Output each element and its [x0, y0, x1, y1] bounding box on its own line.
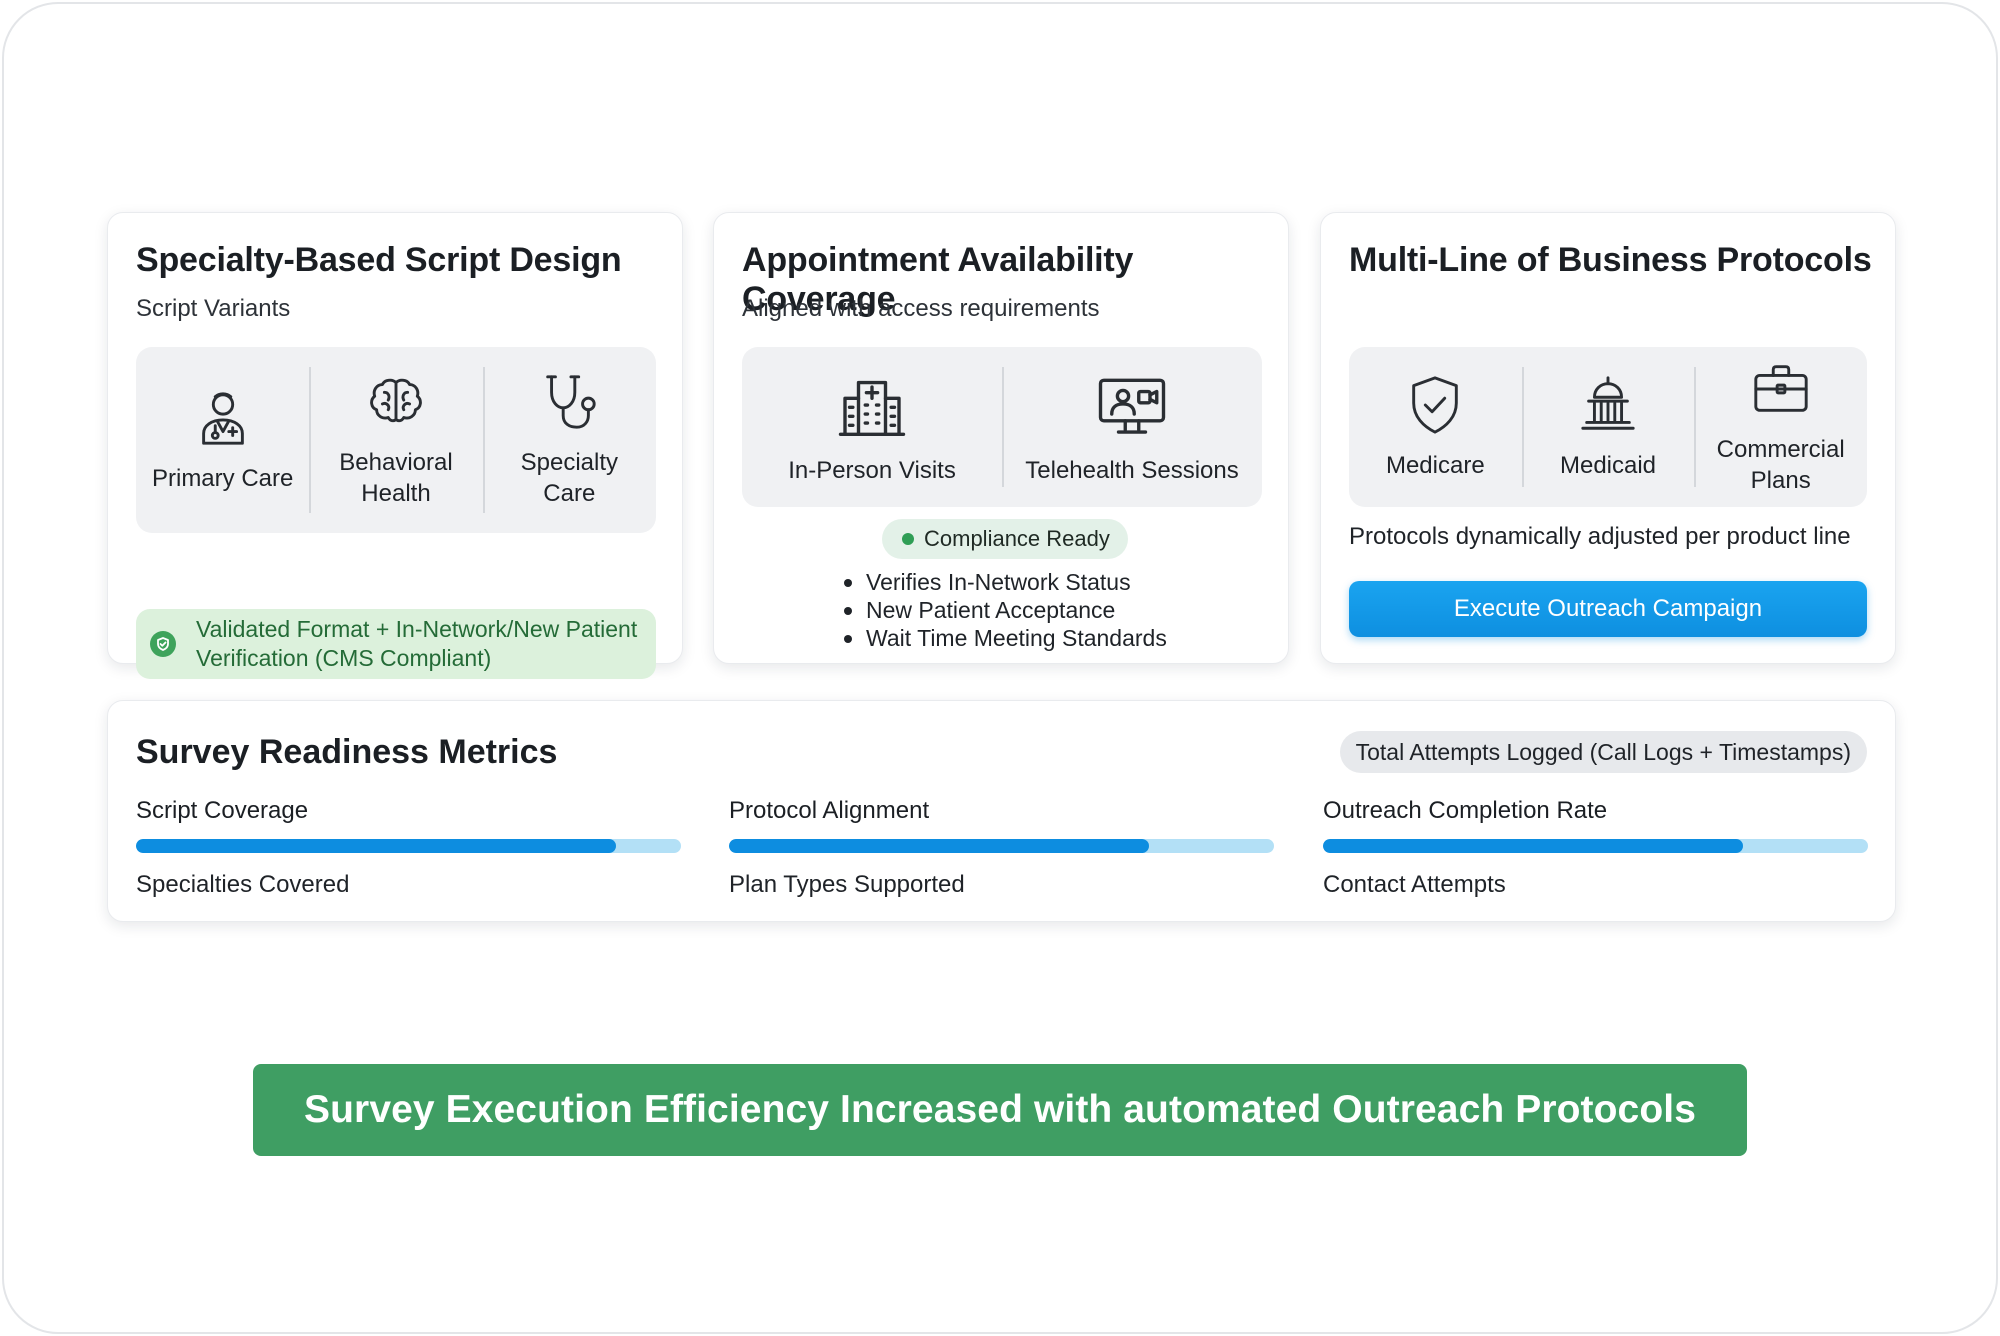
attempts-logged-badge: Total Attempts Logged (Call Logs + Times… — [1339, 731, 1867, 773]
plan-type-label: Medicaid — [1559, 451, 1657, 479]
shield-check-icon — [150, 631, 176, 657]
visit-type-label: In-Person Visits — [788, 456, 956, 484]
shield-check-icon — [1412, 375, 1459, 434]
card-title: Specialty-Based Script Design — [136, 241, 622, 279]
script-design-card: Specialty-Based Script Design Script Var… — [107, 212, 683, 679]
metric-label: Protocol Alignment — [729, 797, 930, 824]
list-item: New Patient Acceptance — [844, 596, 1167, 624]
visit-type-telehealth[interactable]: Telehealth Sessions — [1002, 347, 1262, 507]
validated-format-text: Validated Format + In-Network/New Patien… — [196, 616, 638, 671]
list-item: Wait Time Meeting Standards — [844, 624, 1167, 652]
compliance-ready-badge: Compliance Ready — [882, 519, 1128, 559]
plan-type-icon-panel: Medicare Medicaid Commercial Plans — [1349, 347, 1867, 507]
metric-sublabel: Plan Types Supported — [729, 871, 965, 898]
progress-fill — [1323, 839, 1743, 853]
progress-fill — [729, 839, 1149, 853]
progress-track — [729, 839, 1274, 853]
specialty-icon-panel: Primary Care Behavioral Health Specialty… — [136, 347, 656, 533]
card-title: Multi-Line of Business Protocols — [1349, 241, 1872, 279]
availability-card: Appointment Availability Coverage Aligne… — [713, 212, 1289, 664]
metric-sublabel: Contact Attempts — [1323, 871, 1506, 898]
doctor-icon — [201, 391, 244, 445]
card-subtitle: Script Variants — [136, 295, 291, 322]
plan-type-commercial[interactable]: Commercial Plans — [1694, 347, 1867, 507]
progress-fill — [136, 839, 616, 853]
specialty-label: Specialty Care — [520, 449, 619, 507]
capitol-building-icon — [1581, 375, 1635, 430]
metrics-title: Survey Readiness Metrics — [136, 733, 558, 771]
briefcase-icon — [1754, 365, 1808, 412]
plan-type-medicaid[interactable]: Medicaid — [1521, 347, 1695, 507]
plan-type-label: Commercial Plans — [1716, 436, 1845, 494]
specialty-primary-care[interactable]: Primary Care — [136, 347, 309, 533]
visit-type-in-person[interactable]: In-Person Visits — [742, 347, 1002, 507]
status-dot-icon — [902, 533, 914, 545]
metric-protocol-alignment: Protocol Alignment Plan Types Supported — [729, 797, 1274, 899]
metrics-card: Survey Readiness Metrics Total Attempts … — [107, 700, 1896, 922]
stethoscope-icon — [546, 375, 596, 429]
metric-outreach-completion: Outreach Completion Rate Contact Attempt… — [1323, 797, 1868, 899]
card-subtitle: Aligned with access requirements — [742, 295, 1100, 322]
metric-label: Script Coverage — [136, 797, 309, 824]
efficiency-banner: Survey Execution Efficiency Increased wi… — [253, 1064, 1747, 1156]
specialty-label: Behavioral Health — [339, 449, 453, 507]
execute-outreach-button[interactable]: Execute Outreach Campaign — [1349, 581, 1867, 637]
validated-format-badge: Validated Format + In-Network/New Patien… — [136, 609, 656, 679]
metric-sublabel: Specialties Covered — [136, 871, 350, 898]
list-item: Verifies In-Network Status — [844, 568, 1167, 596]
metric-script-coverage: Script Coverage Specialties Covered — [136, 797, 681, 899]
visit-type-icon-panel: In-Person Visits Telehealth Sessions — [742, 347, 1262, 507]
metric-label: Outreach Completion Rate — [1323, 797, 1608, 824]
compliance-label: Compliance Ready — [924, 526, 1110, 551]
plan-type-medicare[interactable]: Medicare — [1349, 347, 1522, 507]
progress-track — [136, 839, 681, 853]
visit-type-label: Telehealth Sessions — [1025, 456, 1239, 484]
protocols-card: Multi-Line of Business Protocols Medicar… — [1320, 212, 1896, 664]
specialty-label: Primary Care — [151, 464, 294, 492]
telehealth-monitor-icon — [1098, 378, 1166, 434]
progress-track — [1323, 839, 1868, 853]
hospital-building-icon — [838, 380, 906, 436]
plan-type-label: Medicare — [1385, 451, 1485, 479]
specialty-behavioral-health[interactable]: Behavioral Health — [309, 347, 482, 533]
protocol-note: Protocols dynamically adjusted per produ… — [1349, 523, 1851, 550]
specialty-specialty-care[interactable]: Specialty Care — [482, 347, 656, 533]
availability-checklist: Verifies In-Network Status New Patient A… — [844, 568, 1167, 652]
brain-icon — [370, 378, 422, 423]
